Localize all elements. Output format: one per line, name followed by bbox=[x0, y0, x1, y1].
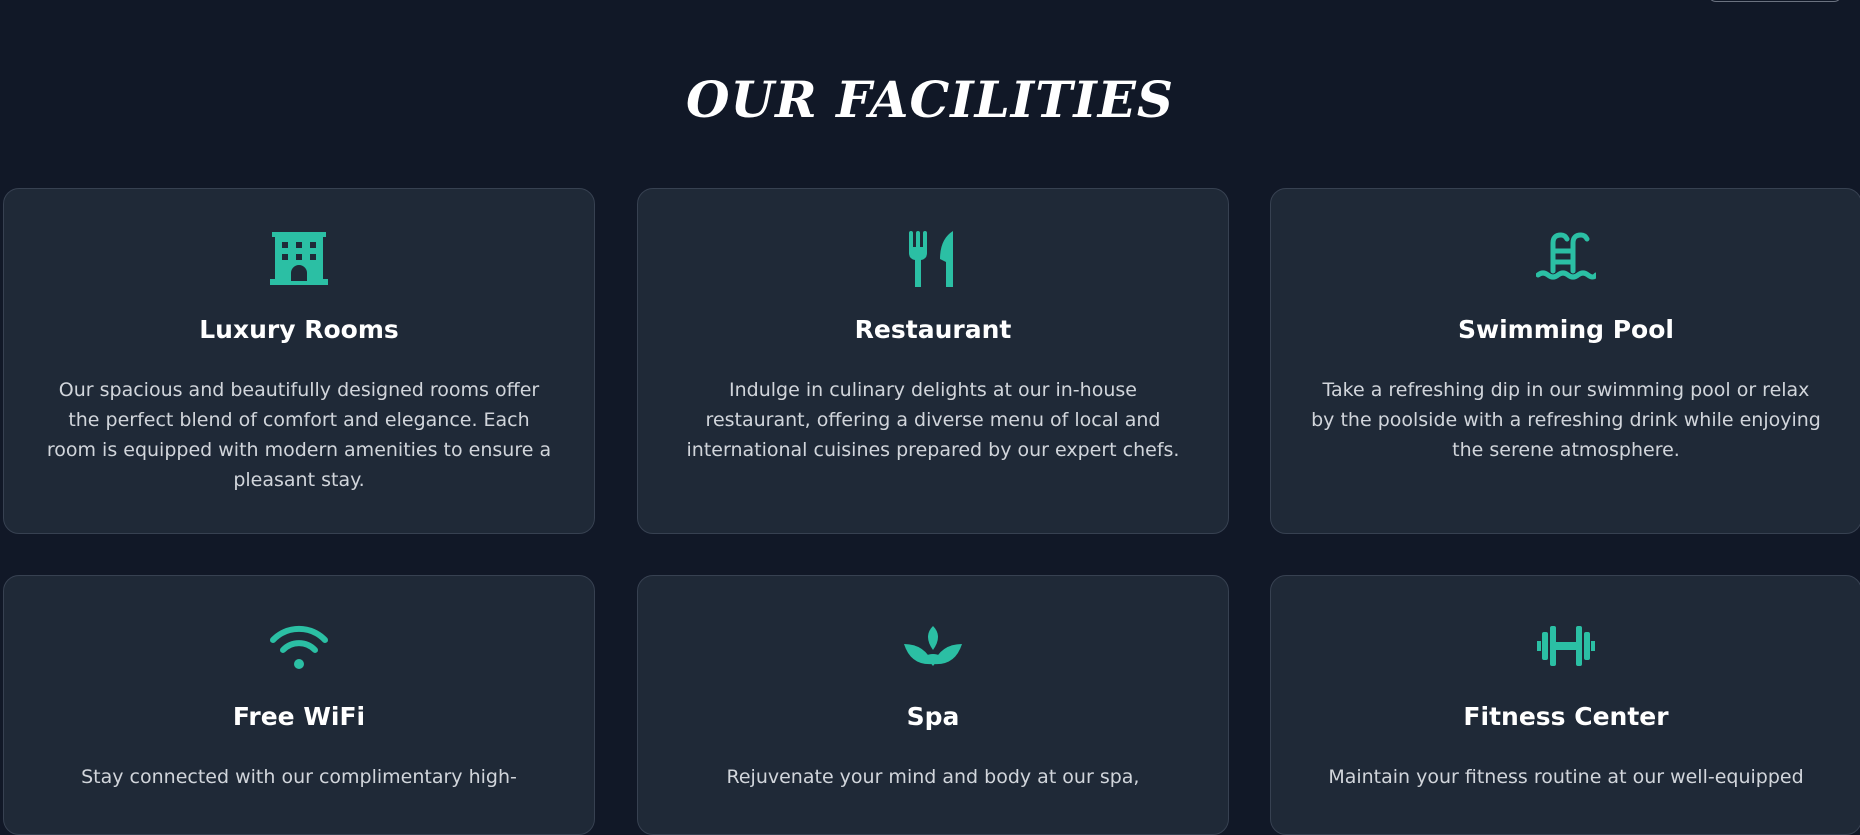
spa-lotus-icon bbox=[903, 616, 963, 676]
facility-description: Rejuvenate your mind and body at our spa… bbox=[726, 766, 1140, 788]
facility-description: Stay connected with our complimentary hi… bbox=[81, 766, 517, 788]
facility-description: Indulge in culinary delights at our in-h… bbox=[686, 379, 1180, 461]
facility-title: Luxury Rooms bbox=[199, 315, 399, 344]
facility-title: Free WiFi bbox=[232, 702, 366, 731]
facility-card-spa: Spa Rejuvenate your mind and body at our… bbox=[637, 575, 1229, 835]
facility-title: Restaurant bbox=[854, 315, 1012, 344]
facility-title: Swimming Pool bbox=[1458, 315, 1674, 344]
facility-card-swimming-pool: Swimming Pool Take a refreshing dip in o… bbox=[1270, 188, 1860, 534]
wifi-icon bbox=[269, 616, 329, 676]
facility-card-restaurant: Restaurant Indulge in culinary delights … bbox=[637, 188, 1229, 534]
facility-description: Maintain your fitness routine at our wel… bbox=[1328, 766, 1804, 788]
facility-card-free-wifi: Free WiFi Stay connected with our compli… bbox=[3, 575, 595, 835]
facility-title: Fitness Center bbox=[1463, 702, 1669, 731]
hotel-building-icon bbox=[269, 229, 329, 289]
swimming-pool-icon bbox=[1536, 229, 1596, 289]
facility-card-luxury-rooms: Luxury Rooms Our spacious and beautifull… bbox=[3, 188, 595, 534]
dumbbell-icon bbox=[1536, 616, 1596, 676]
facility-description: Our spacious and beautifully designed ro… bbox=[46, 379, 552, 491]
fork-knife-icon bbox=[903, 229, 963, 289]
top-nav-button-edge[interactable] bbox=[1708, 0, 1842, 2]
facility-card-fitness-center: Fitness Center Maintain your fitness rou… bbox=[1270, 575, 1860, 835]
section-title: OUR FACILITIES bbox=[685, 70, 1175, 129]
facility-description: Take a refreshing dip in our swimming po… bbox=[1311, 379, 1821, 461]
facility-title: Spa bbox=[906, 702, 960, 731]
